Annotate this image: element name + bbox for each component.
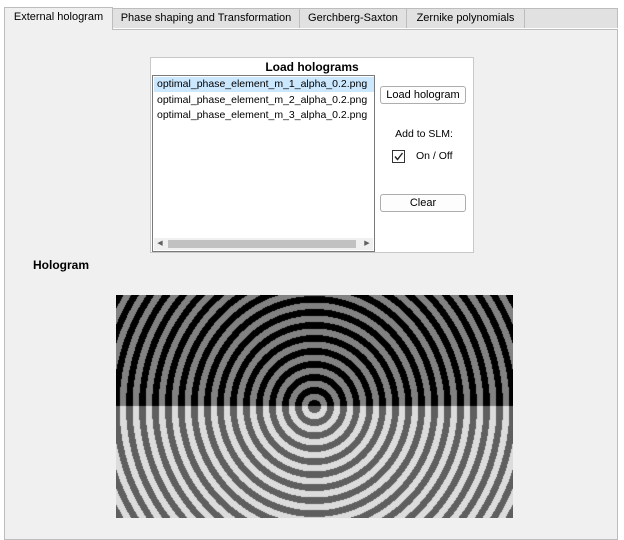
on-off-label: On / Off [416, 150, 453, 162]
checkmark-icon [394, 152, 404, 161]
list-item[interactable]: optimal_phase_element_m_2_alpha_0.2.png [154, 93, 374, 108]
load-hologram-button[interactable]: Load hologram [380, 86, 466, 104]
hologram-title: Hologram [33, 258, 90, 272]
tab-gerchberg-saxton[interactable]: Gerchberg-Saxton [299, 8, 407, 28]
scroll-right-icon[interactable]: ▶ [362, 239, 372, 249]
list-item[interactable]: optimal_phase_element_m_3_alpha_0.2.png [154, 108, 374, 123]
scrollbar-thumb[interactable] [168, 240, 356, 248]
clear-button[interactable]: Clear [380, 194, 466, 212]
horizontal-scrollbar[interactable]: ◀ ▶ [154, 238, 373, 250]
tab-bar-filler [524, 8, 618, 28]
load-holograms-title: Load holograms [265, 60, 359, 74]
hologram-file-list[interactable]: optimal_phase_element_m_1_alpha_0.2.png … [152, 75, 375, 252]
load-holograms-panel: Load holograms optimal_phase_element_m_1… [150, 57, 474, 253]
hologram-image [116, 295, 513, 518]
tab-zernike-polynomials[interactable]: Zernike polynomials [406, 8, 525, 28]
list-item[interactable]: optimal_phase_element_m_1_alpha_0.2.png [154, 77, 374, 92]
tab-phase-shaping[interactable]: Phase shaping and Transformation [112, 8, 300, 28]
tab-external-hologram[interactable]: External hologram [4, 7, 113, 30]
on-off-checkbox[interactable] [392, 150, 405, 163]
tab-bar: External hologram Phase shaping and Tran… [4, 7, 618, 30]
scroll-left-icon[interactable]: ◀ [155, 239, 165, 249]
add-to-slm-label: Add to SLM: [395, 128, 453, 140]
